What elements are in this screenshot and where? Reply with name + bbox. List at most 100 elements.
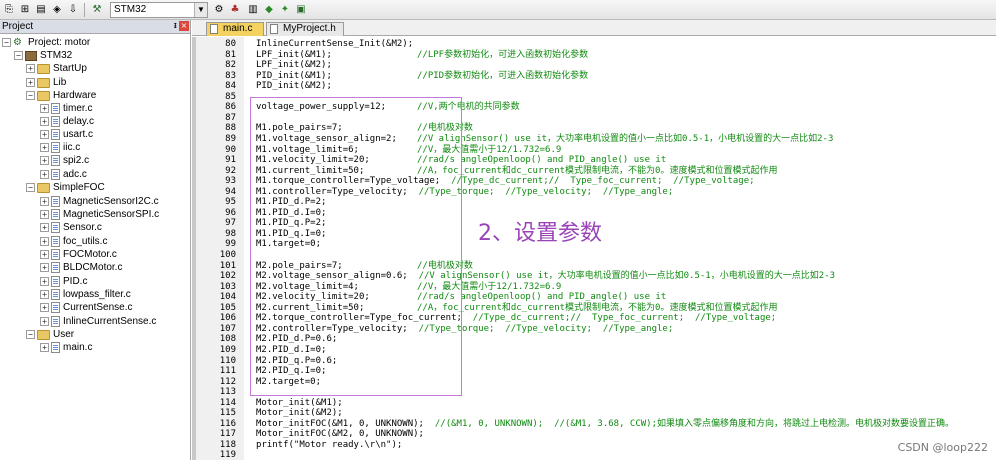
expand-icon[interactable]: + <box>40 117 49 126</box>
expand-icon[interactable]: + <box>40 263 49 272</box>
tree-file[interactable]: + foc_utils.c <box>40 235 107 248</box>
close-icon[interactable]: × <box>179 21 189 31</box>
expand-icon[interactable]: + <box>26 64 35 73</box>
expand-icon[interactable]: + <box>40 343 49 352</box>
target-select[interactable]: STM32 ▼ <box>110 2 208 18</box>
file-extensions-icon[interactable]: ⚙ <box>212 3 226 16</box>
line-number: 87 <box>225 112 236 123</box>
collapse-icon[interactable]: − <box>14 51 23 60</box>
line-number: 84 <box>225 81 236 92</box>
expand-icon[interactable]: + <box>40 277 49 286</box>
expand-icon[interactable]: + <box>40 210 49 219</box>
file-label: Sensor.c <box>63 222 102 233</box>
pin-icon[interactable]: ᵻ <box>174 20 177 33</box>
expand-icon[interactable]: + <box>40 143 49 152</box>
file-label: InlineCurrentSense.c <box>63 316 157 327</box>
expand-icon[interactable]: + <box>40 303 49 312</box>
group-label: Lib <box>53 77 67 88</box>
c-file-icon <box>51 289 60 300</box>
line-number: 86 <box>225 102 236 113</box>
expand-icon[interactable]: + <box>40 197 49 206</box>
batch-build-icon[interactable]: ▤ <box>34 3 48 16</box>
tree-file[interactable]: + MagneticSensorSPI.c <box>40 208 159 221</box>
tree-file[interactable]: + InlineCurrentSense.c <box>40 315 156 328</box>
c-file-icon <box>51 209 60 220</box>
tree-file[interactable]: + PID.c <box>40 275 87 288</box>
tree-file[interactable]: + FOCMotor.c <box>40 248 117 261</box>
code-line: LPF_init(&M2); <box>256 60 332 71</box>
project-panel-title: Project <box>2 21 34 32</box>
pack-installer-icon[interactable]: ◆ <box>262 3 276 16</box>
group-label: SimpleFOC <box>53 182 105 193</box>
c-file-icon <box>51 129 60 140</box>
tab-label: MyProject.h <box>283 23 336 34</box>
toolbar-separator <box>84 3 85 17</box>
expand-icon[interactable]: + <box>40 156 49 165</box>
collapse-icon[interactable]: − <box>26 91 35 100</box>
stop-build-icon[interactable]: ◈ <box>50 3 64 16</box>
file-label: FOCMotor.c <box>63 249 117 260</box>
file-label: foc_utils.c <box>63 236 108 247</box>
collapse-icon[interactable]: − <box>26 183 35 192</box>
tree-file[interactable]: + BLDCMotor.c <box>40 261 122 274</box>
target-options-icon[interactable]: ⚒ <box>90 3 104 16</box>
expand-icon[interactable]: + <box>40 104 49 113</box>
code-line: printf("Motor ready.\r\n"); <box>256 439 403 450</box>
line-number: 113 <box>219 387 236 398</box>
collapse-icon[interactable]: − <box>2 38 11 47</box>
select-packs-icon[interactable]: ▥ <box>246 3 260 16</box>
tree-group[interactable]: + Lib <box>26 76 66 89</box>
line-number: 99 <box>225 239 236 250</box>
manage-project-icon[interactable]: ♣ <box>228 3 242 16</box>
code-comment: //A，foc_current和dc_current模式限制电流，不能为0。速度… <box>417 302 778 313</box>
expand-icon[interactable]: + <box>40 250 49 259</box>
target-icon <box>25 50 37 61</box>
batch-setup-icon[interactable]: ▣ <box>294 3 308 16</box>
tree-group[interactable]: − Hardware <box>26 89 96 102</box>
tree-file[interactable]: + adc.c <box>40 168 87 181</box>
expand-icon[interactable]: + <box>26 78 35 87</box>
chevron-down-icon[interactable]: ▼ <box>194 3 207 17</box>
expand-icon[interactable]: + <box>40 237 49 246</box>
tree-target[interactable]: − STM32 <box>14 49 72 62</box>
download-icon[interactable]: ⇩ <box>66 3 80 16</box>
manage-components-icon[interactable]: ✦ <box>278 3 292 16</box>
tree-group[interactable]: − SimpleFOC <box>26 181 105 194</box>
expand-icon[interactable]: + <box>40 223 49 232</box>
tree-file[interactable]: + usart.c <box>40 128 93 141</box>
expand-icon[interactable]: + <box>40 170 49 179</box>
code-comment: //(&M1, 0, UNKNOWN); //(&M1, 3.68, CCW);… <box>434 418 955 429</box>
tree-file[interactable]: + spi2.c <box>40 154 89 167</box>
file-label: main.c <box>63 342 93 353</box>
file-label: iic.c <box>63 142 81 153</box>
folder-open-icon <box>37 329 50 340</box>
line-number: 97 <box>225 218 236 229</box>
line-number: 91 <box>225 155 236 166</box>
gutter-margin <box>192 37 196 460</box>
tree-file[interactable]: + main.c <box>40 341 92 354</box>
tab-myproject-h[interactable]: MyProject.h <box>266 22 344 36</box>
target-label: STM32 <box>40 50 73 61</box>
tree-file[interactable]: + iic.c <box>40 141 80 154</box>
tree-file[interactable]: + MagneticSensorI2C.c <box>40 195 159 208</box>
tree-project-root[interactable]: − ⚙ Project: motor <box>2 36 90 49</box>
tree-group[interactable]: − User <box>26 328 74 341</box>
tree-file[interactable]: + Sensor.c <box>40 221 102 234</box>
tree-file[interactable]: + CurrentSense.c <box>40 301 132 314</box>
code-comment: //V alignSensor() use it，大功率电机设置的值小一点比如0… <box>418 271 835 282</box>
line-number: 116 <box>219 418 236 429</box>
tab-main-c[interactable]: main.c <box>206 22 264 36</box>
rebuild-icon[interactable]: ⊞ <box>18 3 32 16</box>
tree-file[interactable]: + lowpass_filter.c <box>40 288 131 301</box>
build-icon[interactable]: ⎘ <box>2 3 16 16</box>
expand-icon[interactable]: + <box>40 130 49 139</box>
line-number: 101 <box>219 260 236 271</box>
expand-icon[interactable]: + <box>40 290 49 299</box>
tree-file[interactable]: + timer.c <box>40 102 92 115</box>
tree-file[interactable]: + delay.c <box>40 115 94 128</box>
code-line: InlineCurrentSense_Init(&M2); <box>256 39 414 49</box>
expand-icon[interactable]: + <box>40 317 49 326</box>
group-label: StartUp <box>53 63 87 74</box>
collapse-icon[interactable]: − <box>26 330 35 339</box>
tree-group[interactable]: + StartUp <box>26 62 87 75</box>
